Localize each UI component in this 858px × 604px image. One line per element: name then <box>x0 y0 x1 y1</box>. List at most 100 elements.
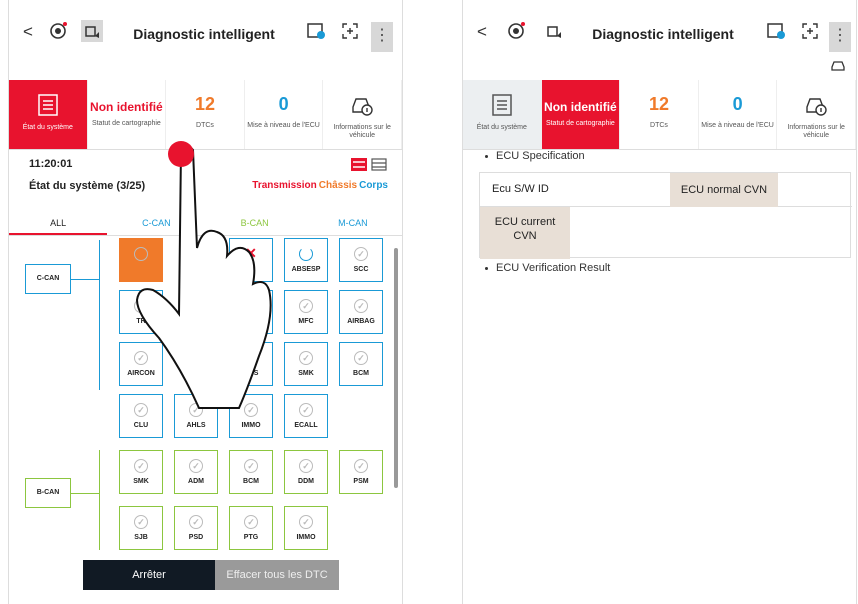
more-icon[interactable]: ⋮ <box>829 22 851 52</box>
ecu-node[interactable]: ✓ SCC <box>339 238 383 282</box>
ecu-node-label: ADM <box>188 478 204 485</box>
checklist-icon <box>38 94 58 116</box>
page-title: Diagnostic intelligent <box>133 26 275 42</box>
ecu-node-label: PTG <box>243 534 259 541</box>
ecu-node[interactable]: ✓ SMK <box>284 342 328 386</box>
state-title: État du système (3/25) <box>29 180 146 192</box>
check-circle-icon: ✓ <box>189 515 203 529</box>
clear-all-dtc-button[interactable]: Effacer tous les DTC <box>215 560 339 590</box>
section-ecu-specification[interactable]: ECU Specification <box>485 150 585 162</box>
checklist-icon <box>492 94 512 116</box>
ecu-node[interactable]: ✓ IMMO <box>284 506 328 550</box>
check-circle-icon: ✓ <box>134 515 148 529</box>
card-label: Statut de cartographie <box>545 120 615 127</box>
ecu-node-label: ABSESP <box>291 266 321 273</box>
card-value: 0 <box>732 94 743 114</box>
check-circle-icon: ✓ <box>354 247 368 261</box>
ecu-node-label: SJB <box>134 534 148 541</box>
list-view-icon[interactable] <box>371 158 387 171</box>
calendar-icon[interactable] <box>765 20 787 42</box>
ecu-node[interactable]: ✓ AIRBAG <box>339 290 383 334</box>
ecu-node[interactable]: ✓ BCM <box>339 342 383 386</box>
card-system-state[interactable]: État du système <box>463 80 542 149</box>
tab-all[interactable]: ALL <box>9 212 108 235</box>
grid-view-icon[interactable] <box>351 158 367 171</box>
tab-m-can[interactable]: M-CAN <box>304 212 402 235</box>
vehicle-info-icon <box>352 98 373 116</box>
wire <box>71 279 99 280</box>
card-label: État du système <box>22 124 73 131</box>
card-label: DTCs <box>650 122 668 129</box>
expand-icon[interactable] <box>339 20 361 42</box>
check-circle-icon: ✓ <box>354 351 368 365</box>
ecu-node[interactable]: ✓ SMK <box>119 450 163 494</box>
vehicle-info-icon <box>806 98 827 116</box>
ecu-node[interactable]: ✓ PTG <box>229 506 273 550</box>
calendar-icon[interactable] <box>305 20 327 42</box>
card-mapping-status[interactable]: Non identifié Statut de cartographie <box>541 80 621 149</box>
ecu-node[interactable]: ABSESP <box>284 238 328 282</box>
ecu-node[interactable]: ✓ ADM <box>174 450 218 494</box>
check-circle-icon: ✓ <box>134 459 148 473</box>
card-label: Informations sur le véhicule <box>333 124 391 139</box>
ecu-node-label: SMK <box>133 478 149 485</box>
ecu-node[interactable]: ✓ DDM <box>284 450 328 494</box>
car-icon[interactable] <box>830 58 846 72</box>
check-circle-icon: ✓ <box>299 299 313 313</box>
bus-c-can[interactable]: C-CAN <box>25 264 71 294</box>
stop-button[interactable]: Arrêter <box>83 560 215 590</box>
ecu-node-label: PSD <box>188 534 204 541</box>
card-label: Statut de cartographie <box>91 120 161 127</box>
check-circle-icon: ✓ <box>189 459 203 473</box>
sw-id-label: Ecu S/W ID <box>492 183 549 195</box>
card-ecu-upgrade[interactable]: 0 Mise à niveau de l'ECU <box>699 80 778 149</box>
ecu-node[interactable]: ✓ ECALL <box>284 394 328 438</box>
expand-icon[interactable] <box>799 20 821 42</box>
ecu-node-label: DDM <box>298 478 314 485</box>
more-icon[interactable]: ⋮ <box>371 22 393 52</box>
ecu-node[interactable]: ✓ BCM <box>229 450 273 494</box>
card-label: État du système <box>476 124 527 131</box>
scrollbar[interactable] <box>394 248 398 488</box>
top-bar: < Diagnostic intelligent ⋮ <box>463 0 856 71</box>
card-vehicle-info[interactable]: Informations sur le véhicule <box>777 80 856 149</box>
scan-icon[interactable] <box>47 20 69 42</box>
hand-gesture-icon <box>135 141 272 409</box>
card-vehicle-info[interactable]: Informations sur le véhicule <box>323 80 402 149</box>
check-circle-icon: ✓ <box>299 403 313 417</box>
top-bar: < Diagnostic intelligent ⋮ <box>9 0 402 64</box>
ecu-node-label: AIRBAG <box>347 318 375 325</box>
card-value: 0 <box>278 94 289 114</box>
timestamp: 11:20:01 <box>29 158 73 170</box>
check-circle-icon: ✓ <box>244 515 258 529</box>
ecu-node-label: SMK <box>298 370 314 377</box>
back-arrow-icon[interactable]: < <box>23 22 33 42</box>
car-upload-icon[interactable] <box>81 20 103 42</box>
scan-icon[interactable] <box>505 20 527 42</box>
card-label: Informations sur le véhicule <box>787 124 845 139</box>
card-label: DTCs <box>196 122 214 129</box>
bus-b-can[interactable]: B-CAN <box>25 478 71 508</box>
card-label: Mise à niveau de l'ECU <box>701 122 774 129</box>
car-upload-icon[interactable] <box>543 20 565 42</box>
legend-chassis[interactable]: Châssis <box>319 180 357 191</box>
bottom-actions: Arrêter Effacer tous les DTC <box>9 560 402 592</box>
card-system-state[interactable]: État du système <box>9 80 88 149</box>
ecu-node-label: CLU <box>133 422 149 429</box>
ecu-node-label: MFC <box>298 318 314 325</box>
ecu-node[interactable]: ✓ SJB <box>119 506 163 550</box>
loading-icon <box>299 247 313 261</box>
check-circle-icon: ✓ <box>354 299 368 313</box>
check-circle-icon: ✓ <box>354 459 368 473</box>
ecu-node-label: BCM <box>243 478 259 485</box>
legend-corps[interactable]: Corps <box>359 180 388 191</box>
ecu-node[interactable]: ✓ PSM <box>339 450 383 494</box>
ecu-node[interactable]: ✓ MFC <box>284 290 328 334</box>
ecu-node-label: PSM <box>353 478 369 485</box>
back-arrow-icon[interactable]: < <box>477 22 487 42</box>
ecu-node-label: SCC <box>353 266 369 273</box>
ecu-node[interactable]: ✓ PSD <box>174 506 218 550</box>
section-ecu-verification[interactable]: ECU Verification Result <box>485 262 610 274</box>
ecu-spec-table: Ecu S/W ID ECU normal CVN ECU current CV… <box>479 172 852 259</box>
card-dtcs[interactable]: 12 DTCs <box>620 80 699 149</box>
